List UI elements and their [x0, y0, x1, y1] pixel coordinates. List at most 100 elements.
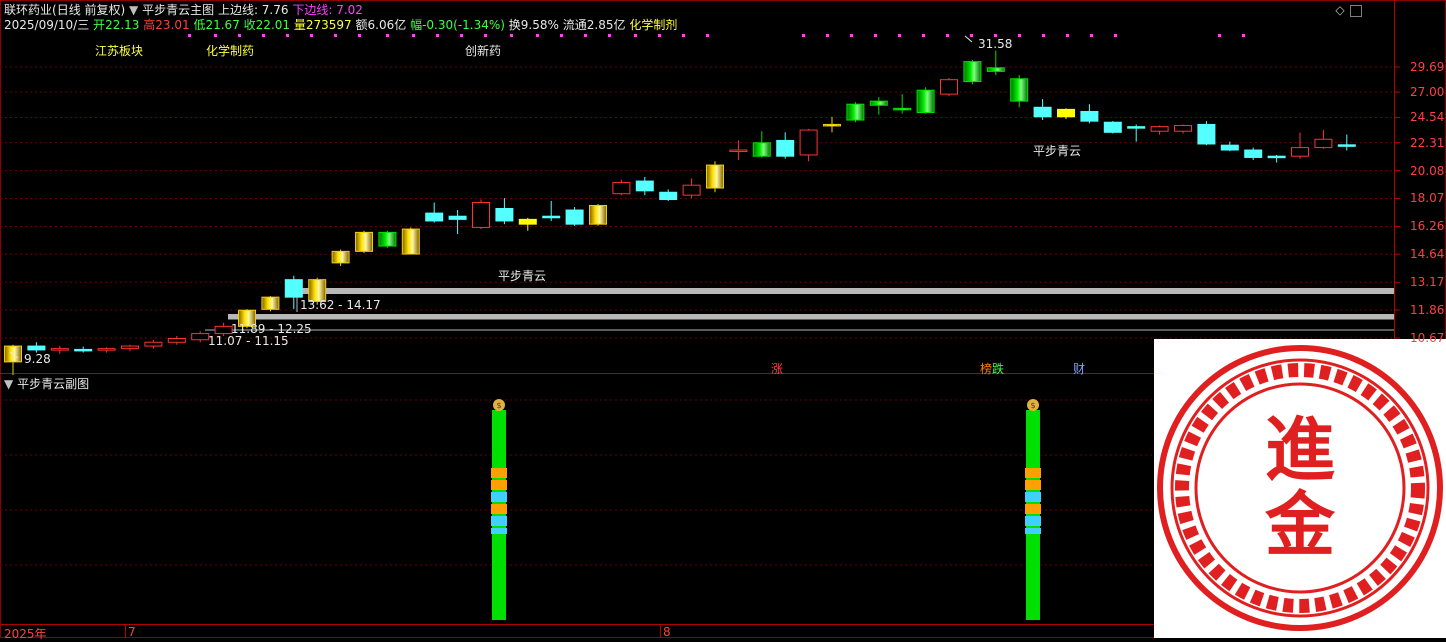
- magenta-dot: [460, 34, 463, 37]
- zone-label-3: 11.07 - 11.15: [208, 334, 289, 348]
- candle: [565, 206, 584, 226]
- magenta-dot: [1218, 34, 1221, 37]
- candle: [659, 189, 678, 201]
- candle: [331, 249, 350, 267]
- event-marker-zhang[interactable]: 涨: [771, 360, 783, 377]
- candle-body: [869, 100, 888, 106]
- butterfly-icon-stack: [491, 468, 507, 534]
- candle-body: [1010, 78, 1029, 102]
- candle-body: [425, 212, 444, 222]
- event-marker-cai[interactable]: 财: [1073, 360, 1085, 377]
- concept-label-1[interactable]: 江苏板块: [95, 42, 143, 59]
- sub-chart-title[interactable]: 平步青云副图: [17, 377, 89, 391]
- signal-label-1: 平步青云: [498, 269, 547, 283]
- date-axis-month-8: 8: [663, 625, 671, 639]
- magenta-dot: [826, 34, 829, 37]
- price-axis-label: 24.54: [1410, 110, 1445, 125]
- candle: [1127, 124, 1146, 142]
- candle-body: [776, 139, 795, 157]
- svg-text:$: $: [1030, 401, 1035, 410]
- sub-dropdown-icon[interactable]: ▼: [4, 377, 13, 391]
- magenta-dot: [946, 34, 949, 37]
- candle: [378, 230, 397, 248]
- candle-body: [565, 209, 584, 225]
- candle-body: [963, 61, 982, 83]
- candlestick-series: [4, 50, 1356, 375]
- candle: [1267, 154, 1286, 163]
- magenta-dot: [922, 34, 925, 37]
- butterfly-icon-stack: [1025, 468, 1041, 534]
- candle-body: [331, 250, 350, 264]
- signal-bar-1: $: [491, 399, 507, 620]
- open-value: 22.13: [105, 18, 140, 32]
- candle: [518, 217, 537, 231]
- magenta-dot: [560, 34, 563, 37]
- candle: [144, 339, 163, 349]
- candle: [1244, 147, 1263, 160]
- candle: [167, 336, 186, 345]
- peak-price-label: 31.58: [978, 37, 1013, 51]
- event-marker-die[interactable]: 跌: [992, 360, 1004, 377]
- candle-body: [144, 341, 163, 347]
- candle-body: [706, 164, 724, 189]
- high-value: 23.01: [155, 18, 190, 32]
- period-label[interactable]: (日线 前复权): [52, 3, 125, 17]
- magenta-dot: [1090, 34, 1093, 37]
- low-price-label: 9.28: [24, 352, 51, 366]
- candle-body: [986, 67, 1005, 72]
- magenta-dot: [658, 34, 661, 37]
- zone-bar-2: [228, 314, 1394, 319]
- watermark-glyph: 進金: [1265, 408, 1335, 566]
- header-row-2: 2025/09/10/三 开22.13 高23.01 低21.67 收22.01…: [4, 18, 677, 32]
- main-indicator-name[interactable]: 平步青云主图: [142, 3, 214, 17]
- candle-body: [448, 215, 467, 220]
- candle-body: [27, 345, 46, 351]
- diamond-icon[interactable]: ◇: [1333, 3, 1347, 17]
- candle-body: [893, 107, 912, 111]
- amount-label: 额6.06亿: [355, 18, 407, 32]
- candle-body: [1220, 144, 1239, 151]
- expand-icon[interactable]: [1350, 5, 1362, 17]
- open-label: 开: [93, 18, 106, 32]
- candle-body: [940, 79, 958, 95]
- candle-body: [261, 296, 280, 310]
- event-marker-bang[interactable]: 榜: [980, 360, 992, 377]
- candle-body: [682, 184, 701, 196]
- magenta-dot: [536, 34, 539, 37]
- magenta-dot: [188, 34, 191, 37]
- magenta-dot: [334, 34, 337, 37]
- sub-grid-lines: [0, 399, 1154, 566]
- signal-label-2: 平步青云: [1033, 144, 1082, 158]
- concept-label-2[interactable]: 化学制药: [206, 42, 254, 59]
- candle: [776, 132, 795, 159]
- candle-body: [1291, 147, 1309, 157]
- candle: [682, 178, 701, 199]
- candle-body: [1244, 149, 1263, 158]
- change-value: -0.30(-1.34%): [422, 18, 505, 32]
- candle-body: [752, 142, 771, 157]
- candle: [729, 140, 748, 160]
- candle-body: [214, 325, 233, 335]
- candle: [823, 116, 841, 133]
- stock-name[interactable]: 联环药业: [4, 3, 52, 17]
- candle: [448, 210, 467, 235]
- concept-label-3[interactable]: 创新药: [465, 42, 501, 59]
- candle-body: [729, 149, 748, 153]
- candle: [27, 342, 46, 353]
- candle-body: [50, 348, 69, 351]
- candle: [542, 200, 561, 221]
- candle-body: [1267, 155, 1286, 159]
- magenta-dot: [608, 34, 611, 37]
- sector-label[interactable]: 化学制剂: [629, 18, 677, 32]
- candle: [799, 128, 818, 162]
- volume-label: 量: [293, 18, 306, 32]
- price-axis-label: 18.07: [1410, 191, 1445, 206]
- candle: [74, 346, 93, 353]
- candle: [261, 296, 280, 312]
- grid-lines: [0, 66, 1400, 339]
- magenta-dot: [1242, 34, 1245, 37]
- indicator-dropdown-icon[interactable]: ▼: [129, 3, 138, 17]
- candle-body: [916, 89, 935, 114]
- candle-body: [1080, 110, 1099, 122]
- magenta-dot: [358, 34, 361, 37]
